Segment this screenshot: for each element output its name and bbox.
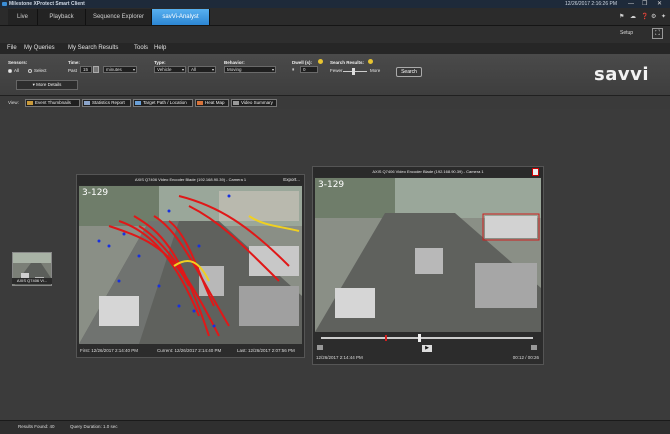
search-results-label: Search Results: [330,60,365,65]
statistics-report-button[interactable]: Statistics Report [82,99,131,107]
menu-file[interactable]: File [7,43,17,54]
pin-icon[interactable]: ✦ [661,13,666,20]
menu-bar: File My Queries My Search Results Tools … [0,43,670,54]
time-unit-select[interactable]: minutes ▾ [103,66,137,73]
statistics-icon [84,101,90,105]
menu-help[interactable]: Help [154,43,166,54]
results-help-icon[interactable] [368,59,373,64]
chevron-down-icon: ▾ [211,67,214,72]
behavior-label: Behavior: [224,60,245,65]
playback-duration: 00:12 / 00:26 [512,355,539,360]
menu-my-queries[interactable]: My Queries [24,43,55,54]
type-label: Type: [154,60,166,65]
menu-tools[interactable]: Tools [134,43,148,54]
pause-icon[interactable]: ⏸ [292,67,295,73]
time-label: Time: [68,60,80,65]
playback-timestamp: 12/26/2017 2:14:44 PM [316,355,363,360]
camera-overlay-id: 3-129 [82,188,109,198]
chevron-down-icon: ▾ [271,67,274,72]
video-summary-icon [233,101,239,105]
time-past-label: Past [68,68,78,73]
time-stepper-icon[interactable] [93,66,99,73]
behavior-select[interactable]: Moving ▾ [224,66,276,73]
tab-playback[interactable]: Playback [38,9,86,25]
query-duration: Query Duration: 1.0 sec [70,424,118,429]
camera-overlay-id: 3-129 [318,180,345,190]
search-button[interactable]: Search [396,67,422,77]
help-icon[interactable]: ❓ [641,13,648,20]
camera-title: AXIS Q7406 Video Encoder Blade (192.168.… [313,167,543,177]
sensors-all-radio[interactable] [8,69,12,73]
export-button[interactable]: Export... [283,177,300,182]
target-path-panel: AXIS Q7406 Video Encoder Blade (192.168.… [76,174,305,358]
settings-gear-icon[interactable]: ⚙ [651,13,656,20]
thumbnails-icon [27,101,33,105]
tab-savvi-analyst[interactable]: savVi-Analyst [152,9,210,25]
video-summary-button[interactable]: Video Summary [231,99,277,107]
video-playback-panel: AXIS Q7406 Video Encoder Blade (192.168.… [312,166,544,365]
dwell-label: Dwell (s): [292,60,313,65]
type-select[interactable]: Vehicle ▾ [154,66,186,73]
target-path-scene [79,186,302,344]
snapshot-icon[interactable] [532,168,539,176]
chevron-down-icon: ▾ [132,67,135,72]
sensors-select-radio[interactable] [28,69,32,73]
event-marker [385,335,387,341]
view-bar: View: Event Thumbnails Statistics Report… [0,96,670,109]
current-timestamp: Current: 12/26/2017 2:14:40 PM [157,348,222,353]
maximize-button[interactable]: ❐ [642,0,647,8]
fewer-label: Fewer [330,68,343,73]
play-button[interactable]: ▶ [422,345,432,352]
app-window: Milestone XProtect Smart Client 12/26/20… [0,0,670,434]
target-path-video[interactable]: 3-129 [79,186,302,344]
camera-title: AXIS Q7406 Video Encoder Blade (192.168.… [77,175,304,185]
timeline-handle[interactable] [417,334,421,342]
slider-handle[interactable] [352,68,355,75]
playback-timeline[interactable] [321,334,533,342]
app-title: Milestone XProtect Smart Client [9,1,85,7]
forward-icon[interactable] [531,345,537,350]
cloud-icon[interactable]: ☁ [630,13,636,20]
sensors-select-label: Select [34,68,47,73]
dwell-input[interactable]: 0 [300,66,318,73]
tab-live[interactable]: Live [8,9,38,25]
app-logo-icon [2,2,7,6]
search-panel: Sensors: All Select Time: Past 15 minute… [0,54,670,96]
results-slider[interactable] [343,68,367,75]
target-path-location-button[interactable]: Target Path / Location [133,99,193,107]
playback-video[interactable]: 3-129 [315,178,541,332]
flag-icon[interactable]: ⚑ [619,13,624,20]
sensors-label: Sensors: [8,60,28,65]
tab-bar: Live Playback Sequence Explorer savVi-An… [0,8,670,26]
last-timestamp: Last: 12/26/2017 2:07:56 PM [237,348,295,353]
close-button[interactable]: ✕ [657,0,662,8]
view-label: View: [8,100,19,105]
dwell-help-icon[interactable] [318,59,323,64]
minimize-button[interactable]: — [628,0,634,8]
setup-button[interactable]: Setup [620,30,633,36]
sensors-all-label: All [14,68,20,73]
results-found: Results Found: 40 [18,424,55,429]
menu-my-search-results[interactable]: My Search Results [68,43,118,54]
more-details-button[interactable]: ▾ More Details [16,80,78,90]
fullscreen-icon[interactable]: ⛶ [652,28,663,39]
type-sub-select[interactable]: All ▾ [188,66,216,73]
camera-thumbnail-label: AXIS Q7406 Vi... [12,278,52,284]
first-timestamp: First: 12/26/2017 2:14:40 PM [80,348,139,353]
rewind-icon[interactable] [317,345,323,350]
time-count-input[interactable]: 15 [80,66,92,73]
tab-sequence-explorer[interactable]: Sequence Explorer [86,9,152,25]
heat-map-icon [197,101,203,105]
savvi-brand-logo: savvi [594,64,649,85]
clock-datetime: 12/26/2017 2:16:26 PM [565,1,617,7]
event-thumbnails-button[interactable]: Event Thumbnails [25,99,80,107]
playback-scene [315,178,541,332]
target-path-icon [135,101,141,105]
setup-bar: Setup ⛶ [0,26,670,43]
more-label: More [370,68,381,73]
status-bar: Results Found: 40 Query Duration: 1.0 se… [0,420,670,434]
chevron-down-icon: ▾ [181,67,184,72]
heat-map-button[interactable]: Heat Map [195,99,229,107]
title-bar: Milestone XProtect Smart Client 12/26/20… [0,0,670,8]
